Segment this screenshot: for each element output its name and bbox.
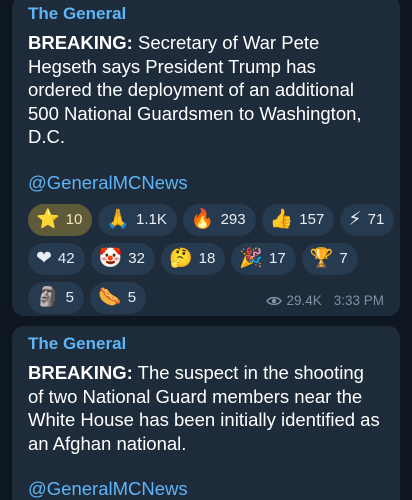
message-bubble[interactable]: The General BREAKING: The suspect in the… [12,326,400,500]
praying-hands-icon: 🙏 [106,208,131,230]
reaction-chip[interactable]: ⭐ 10 [28,203,93,236]
reaction-chip[interactable]: 🏆 7 [301,242,358,275]
reaction-chip[interactable]: 🔥 293 [182,203,256,236]
message-feed: The General BREAKING: Secretary of War P… [0,0,412,500]
reaction-count: 5 [127,289,137,306]
thinking-face-icon: 🤔 [168,247,193,269]
message-bubble[interactable]: The General BREAKING: Secretary of War P… [12,0,400,316]
message-time: 3:33 PM [333,293,384,308]
reaction-count: 32 [128,250,145,267]
reaction-count: 293 [220,211,246,228]
headline-label: BREAKING: [28,32,133,53]
headline-label: BREAKING: [28,362,133,383]
reaction-chip[interactable]: 🤔 18 [160,242,226,275]
view-count: 29.4K [286,293,322,308]
reaction-count: 7 [339,250,348,267]
reaction-chip[interactable]: 🙏 1.1K [98,203,177,236]
channel-link[interactable]: @GeneralMCNews [28,171,188,195]
channel-name[interactable]: The General [28,332,384,356]
message-text: BREAKING: The suspect in the shooting of… [28,361,384,455]
message-text: BREAKING: Secretary of War Pete Hegseth … [28,31,384,149]
thumbs-up-icon: 👍 [269,208,294,230]
reaction-count: 71 [367,211,385,228]
channel-name[interactable]: The General [28,2,384,26]
reaction-count: 1.1K [136,211,167,228]
star-icon: ⭐ [36,208,60,230]
hot-dog-icon: 🌭 [98,286,122,308]
eye-icon [266,296,283,305]
reaction-chip[interactable]: 🌭 5 [90,281,147,314]
trophy-icon: 🏆 [309,247,334,269]
lightning-icon: ⚡ [348,208,362,230]
moai-icon: 🗿 [36,286,60,308]
reaction-count: 17 [269,250,286,267]
reaction-chip[interactable]: 🎉 17 [231,242,296,275]
reaction-chip[interactable]: ❤ 42 [28,242,85,275]
reaction-count: 10 [65,211,83,228]
fire-icon: 🔥 [190,208,215,230]
reaction-count: 18 [198,250,216,267]
reaction-chip[interactable]: 🤡 32 [90,242,155,275]
reaction-chip[interactable]: 👍 157 [261,203,335,236]
reaction-chip[interactable]: ⚡ 71 [340,203,395,236]
party-popper-icon: 🎉 [239,247,263,269]
message-meta: 29.4K 3:33 PM [266,293,384,308]
reaction-count: 5 [65,289,75,306]
channel-link[interactable]: @GeneralMCNews [28,477,188,500]
reaction-count: 42 [57,250,75,267]
reaction-chip[interactable]: 🗿 5 [28,281,85,314]
reaction-count: 157 [299,211,325,228]
clown-icon: 🤡 [98,247,123,269]
heart-icon: ❤ [36,247,52,269]
